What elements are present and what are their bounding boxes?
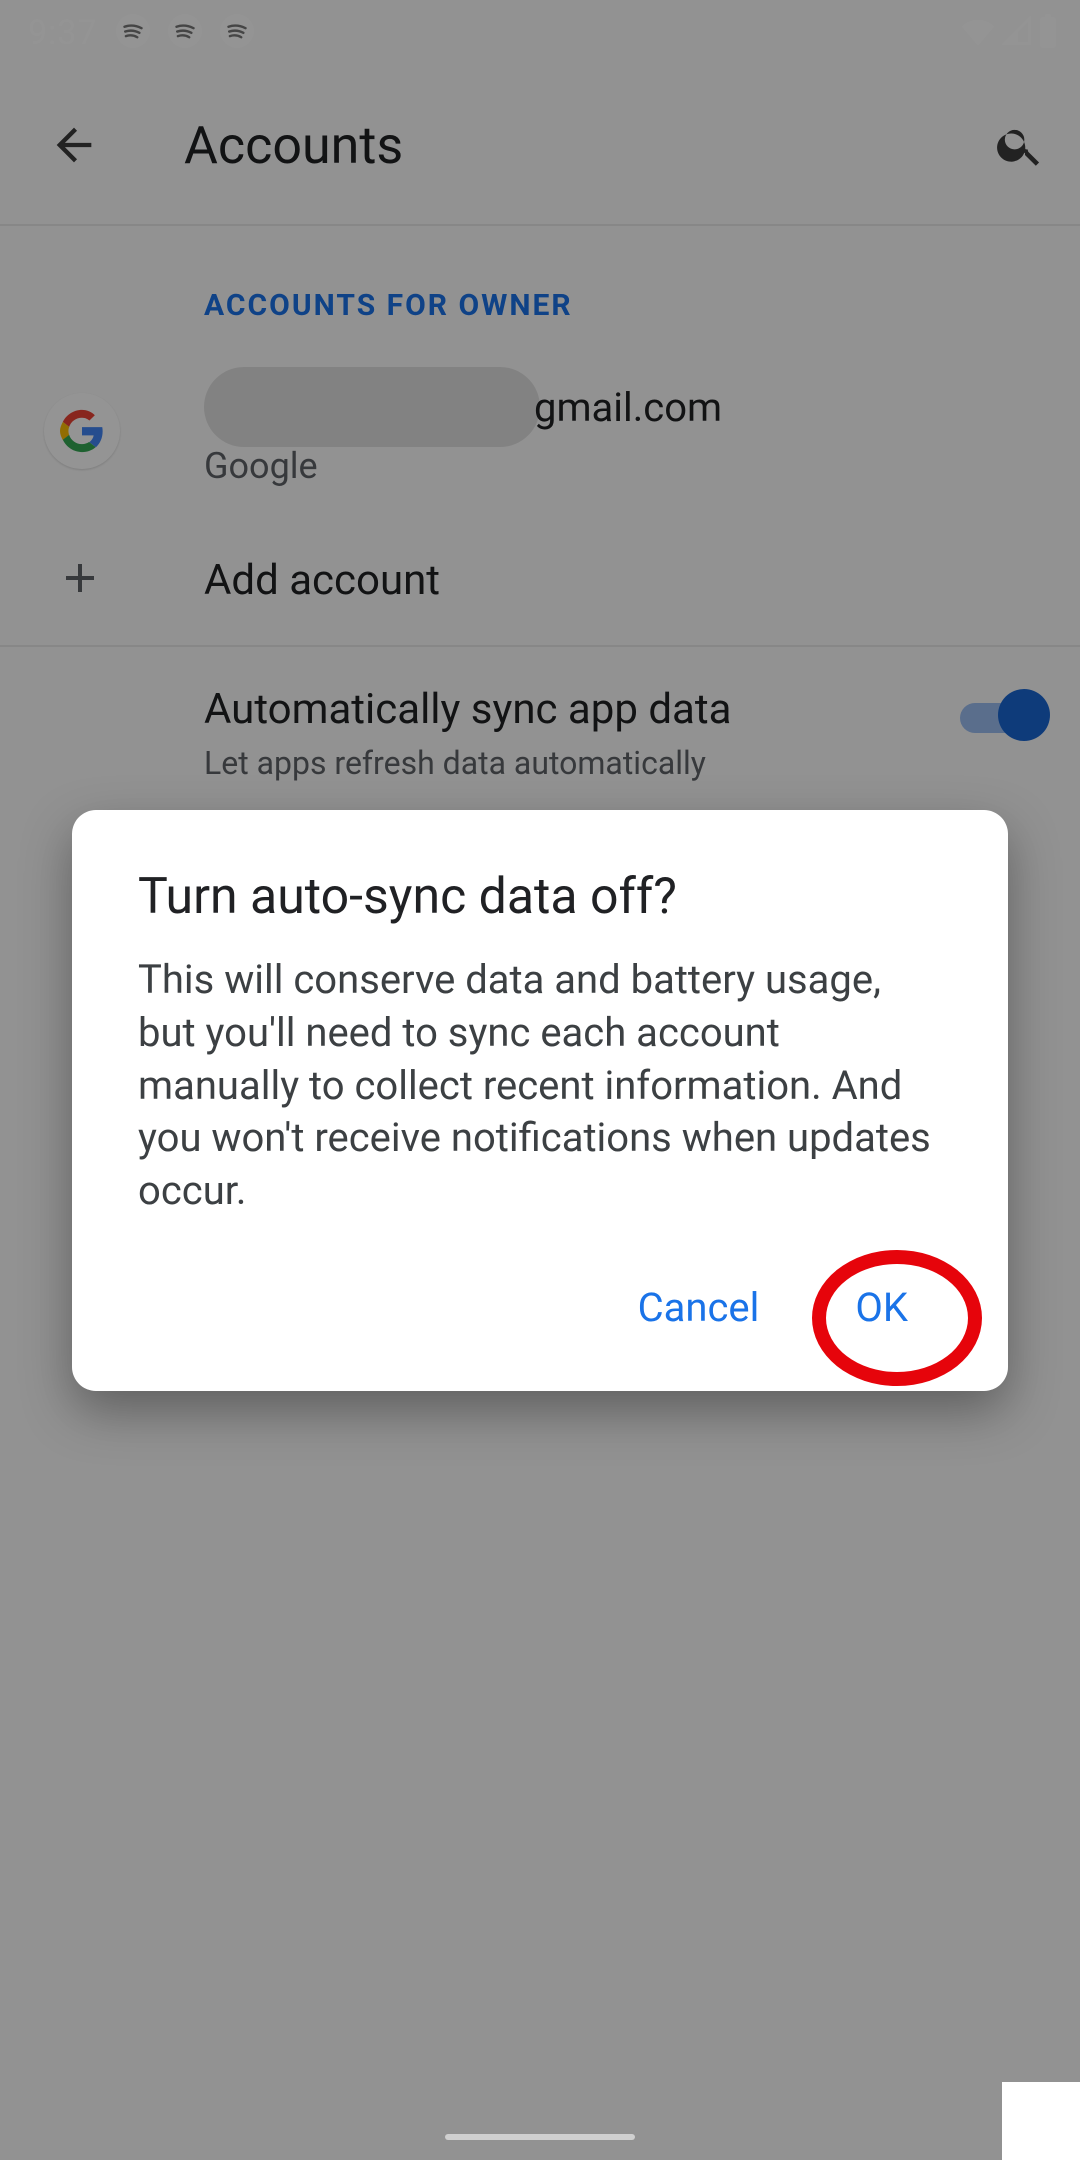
cancel-button[interactable]: Cancel [618,1270,780,1345]
dialog-title: Turn auto-sync data off? [138,868,946,926]
dialog-body: This will conserve data and battery usag… [138,954,946,1218]
auto-sync-off-dialog: Turn auto-sync data off? This will conse… [72,810,1008,1391]
gesture-nav-handle[interactable] [445,2134,635,2140]
ok-button[interactable]: OK [835,1270,928,1345]
dialog-actions: Cancel OK [138,1270,946,1361]
corner-patch [1002,2082,1080,2160]
